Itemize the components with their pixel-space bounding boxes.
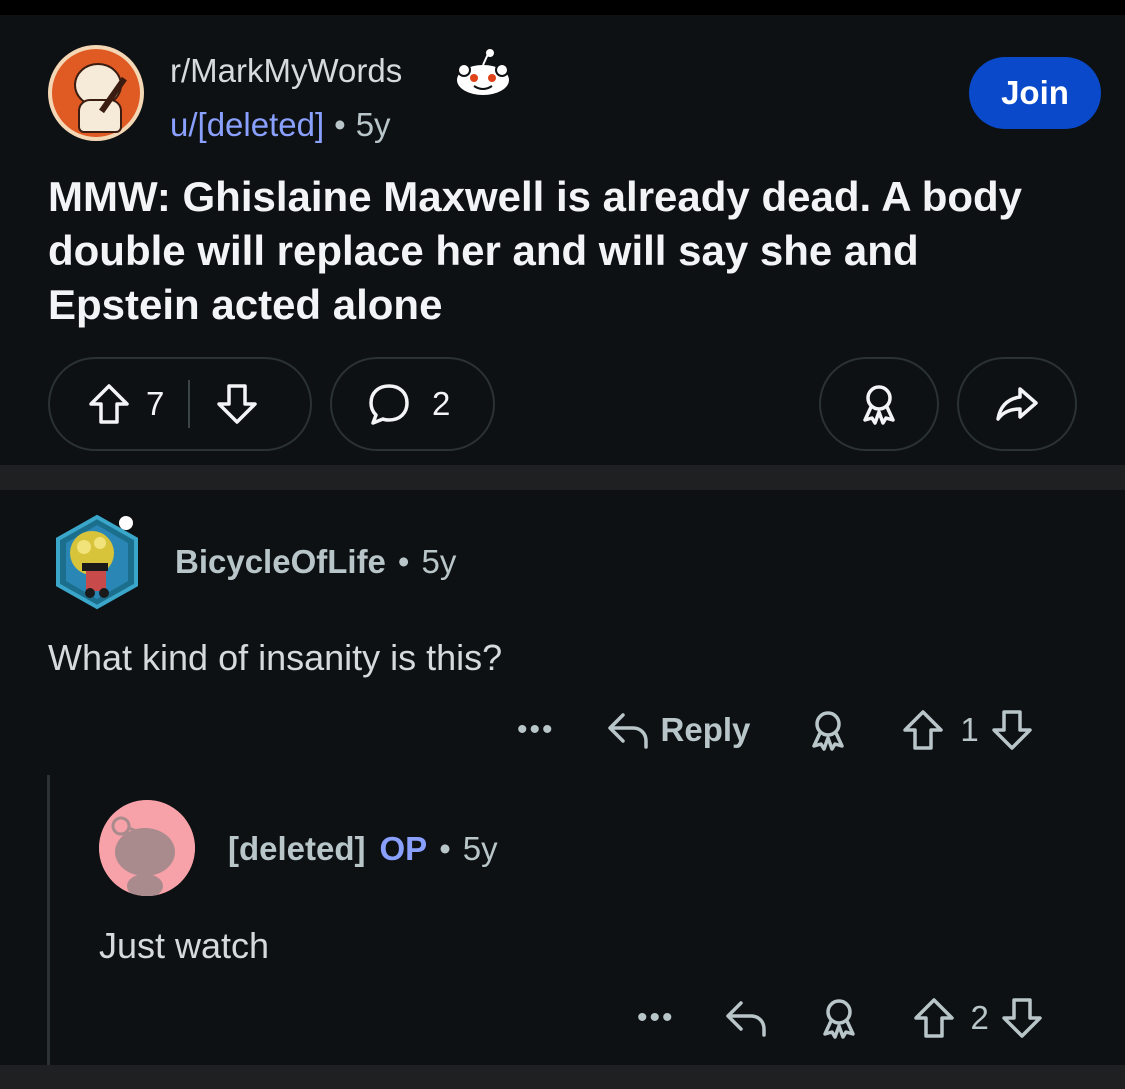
post-meta: u/[deleted] • 5y <box>170 106 391 144</box>
reply-age: 5y <box>462 830 498 867</box>
upvote-icon[interactable] <box>900 707 946 753</box>
comment-body: What kind of insanity is this? <box>48 637 503 678</box>
share-icon <box>994 381 1040 427</box>
snoo-avatar-icon <box>99 800 195 896</box>
reply-icon[interactable] <box>605 707 651 753</box>
more-icon[interactable]: ••• <box>637 1001 675 1035</box>
meta-separator: • <box>397 543 410 580</box>
award-icon[interactable] <box>817 996 861 1040</box>
post-title[interactable]: MMW: Ghislaine Maxwell is already dead. … <box>48 170 1048 332</box>
commenter-avatar[interactable] <box>52 513 142 611</box>
reply-score: 2 <box>970 999 989 1036</box>
subreddit-avatar[interactable] <box>48 45 144 141</box>
share-button[interactable] <box>957 357 1077 451</box>
downvote-icon[interactable] <box>214 381 260 427</box>
join-button[interactable]: Join <box>969 57 1101 129</box>
award-button[interactable] <box>819 357 939 451</box>
vote-divider <box>188 380 191 428</box>
comment-author[interactable]: BicycleOfLife <box>175 543 386 580</box>
upvote-icon[interactable] <box>911 995 957 1041</box>
more-icon[interactable]: ••• <box>517 713 555 747</box>
section-divider <box>0 1065 1125 1089</box>
award-icon[interactable] <box>806 708 850 752</box>
reply-author[interactable]: [deleted] <box>228 830 366 867</box>
section-divider <box>0 465 1125 490</box>
meta-separator: • <box>439 830 451 867</box>
comment-icon <box>366 381 412 427</box>
subreddit-name[interactable]: r/MarkMyWords <box>170 52 402 90</box>
comment-actions: ••• Reply 1 <box>517 705 1035 755</box>
comment-score: 1 <box>960 711 979 748</box>
reply-button[interactable]: Reply <box>661 711 751 749</box>
meta-separator: • <box>334 106 346 143</box>
downvote-icon[interactable] <box>999 995 1045 1041</box>
downvote-icon[interactable] <box>989 707 1035 753</box>
subreddit-avatar-body <box>78 99 122 133</box>
comment-age: 5y <box>421 543 457 580</box>
reply-meta: [deleted] OP • 5y <box>228 830 498 868</box>
vote-control: 7 <box>48 357 312 451</box>
reply-icon[interactable] <box>723 995 769 1041</box>
upvote-count: 7 <box>146 385 165 422</box>
upvote-icon[interactable] <box>86 381 132 427</box>
post-author[interactable]: u/[deleted] <box>170 106 324 143</box>
post-age: 5y <box>355 106 391 143</box>
op-badge: OP <box>379 830 428 867</box>
comment-count: 2 <box>432 385 451 422</box>
snoo-badge-icon <box>457 49 509 95</box>
status-bar-strip <box>0 0 1125 15</box>
reply-author-avatar[interactable] <box>99 800 195 896</box>
reply-body: Just watch <box>99 925 270 966</box>
reply-actions: ••• 2 <box>637 993 1045 1043</box>
award-icon <box>857 382 901 426</box>
thread-line[interactable] <box>47 775 50 1065</box>
comment-meta: BicycleOfLife • 5y <box>175 543 456 581</box>
comments-button[interactable]: 2 <box>330 357 495 451</box>
